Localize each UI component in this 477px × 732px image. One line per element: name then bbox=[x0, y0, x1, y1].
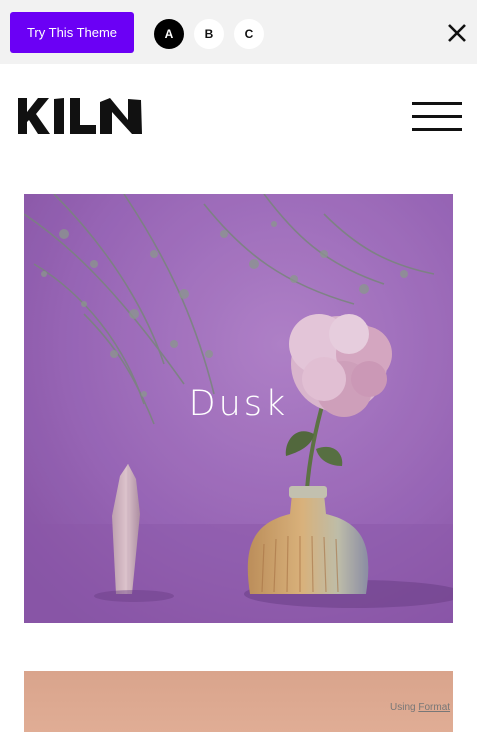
try-this-theme-button[interactable]: Try This Theme bbox=[10, 12, 134, 53]
credit-prefix: Using bbox=[390, 702, 416, 713]
variant-a-button[interactable]: A bbox=[154, 19, 184, 49]
close-icon[interactable] bbox=[442, 18, 472, 48]
theme-preview-bar: Try This Theme A B C bbox=[0, 0, 477, 64]
hamburger-menu-icon[interactable] bbox=[412, 101, 464, 131]
variant-b-button[interactable]: B bbox=[194, 19, 224, 49]
variant-c-button[interactable]: C bbox=[234, 19, 264, 49]
gallery-item-title: Dusk bbox=[188, 384, 289, 424]
format-link[interactable]: Format bbox=[418, 702, 450, 713]
format-credit: Using Format bbox=[390, 702, 450, 713]
site-logo[interactable] bbox=[16, 94, 146, 138]
gallery-item-2[interactable] bbox=[24, 671, 453, 732]
